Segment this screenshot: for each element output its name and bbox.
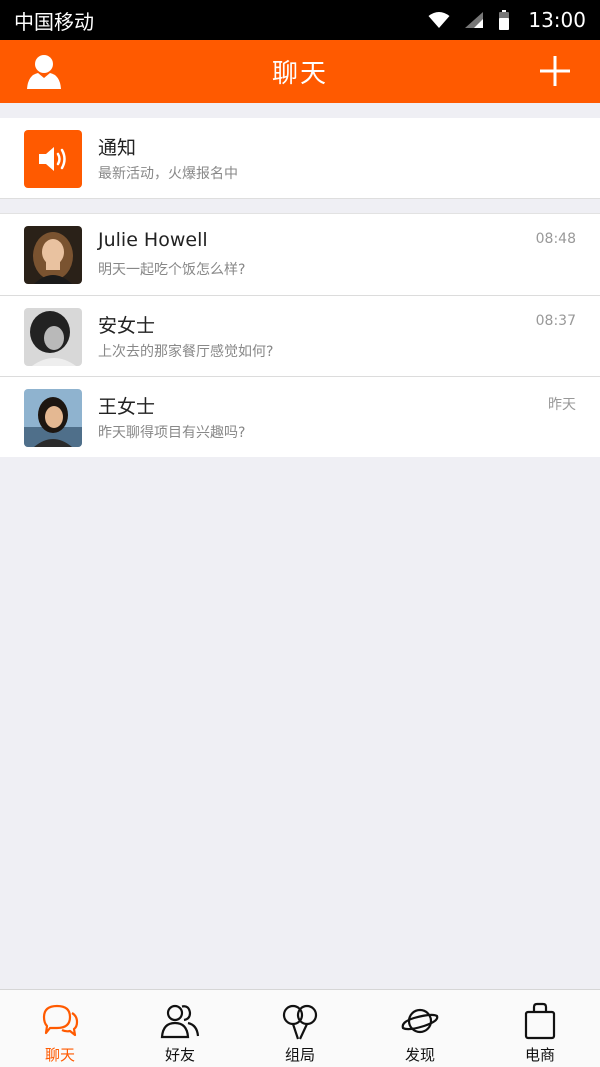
carrier-name: 中国移动 (14, 9, 94, 34)
status-time: 13:00 (528, 8, 586, 32)
bottom-tab-bar: 聊天 好友 组局 发现 电商 (0, 989, 600, 1067)
chat-row-an[interactable]: 安女士 上次去的那家餐厅感觉如何? 08:37 (0, 295, 600, 376)
chat-message: 明天一起吃个饭怎么样? (98, 262, 246, 278)
profile-button[interactable] (24, 51, 64, 91)
balloons-icon (282, 1004, 318, 1040)
chat-list: Julie Howell 明天一起吃个饭怎么样? 08:48 安女士 上次去的那… (0, 213, 600, 457)
planet-icon (401, 1008, 439, 1034)
tab-label: 聊天 (44, 1046, 75, 1064)
plus-icon (540, 56, 570, 86)
chat-name: Julie Howell (98, 229, 208, 251)
chat-time: 昨天 (548, 397, 576, 413)
profile-icon (27, 55, 61, 89)
tab-label: 发现 (404, 1046, 435, 1064)
avatar (24, 389, 82, 447)
tab-label: 好友 (164, 1046, 195, 1064)
friends-icon (160, 1004, 200, 1039)
tab-discover[interactable]: 发现 (360, 990, 480, 1067)
status-icons: 13:00 (428, 8, 586, 32)
notice-row[interactable]: 通知 最新活动，火爆报名中 (0, 118, 600, 199)
status-bar: 中国移动 13:00 (0, 0, 600, 40)
speaker-icon (39, 147, 66, 171)
chat-name: 王女士 (98, 396, 156, 418)
notice-subtitle: 最新活动，火爆报名中 (98, 166, 238, 182)
tab-chat[interactable]: 聊天 (0, 990, 120, 1067)
tab-shop[interactable]: 电商 (480, 990, 600, 1067)
battery-icon (499, 10, 510, 30)
chat-bubbles-icon (42, 1004, 79, 1037)
chat-message: 昨天聊得项目有兴趣吗? (98, 425, 246, 441)
wifi-icon (428, 12, 450, 28)
chat-row-julie-howell[interactable]: Julie Howell 明天一起吃个饭怎么样? 08:48 (0, 214, 600, 295)
notice-section: 通知 最新活动，火爆报名中 (0, 118, 600, 199)
page-title: 聊天 (271, 59, 328, 89)
notice-title: 通知 (98, 137, 137, 159)
chat-name: 安女士 (98, 315, 156, 337)
shopping-bag-icon (524, 1002, 556, 1040)
notice-avatar (24, 130, 82, 188)
tab-groups[interactable]: 组局 (240, 990, 360, 1067)
add-button[interactable] (536, 52, 574, 90)
tab-label: 电商 (524, 1046, 555, 1064)
signal-icon (465, 12, 484, 28)
chat-time: 08:48 (535, 231, 576, 247)
chat-row-wang[interactable]: 王女士 昨天聊得项目有兴趣吗? 昨天 (0, 376, 600, 457)
tab-friends[interactable]: 好友 (120, 990, 240, 1067)
chat-message: 上次去的那家餐厅感觉如何? (98, 344, 274, 360)
app-header: 聊天 (0, 40, 600, 103)
tab-label: 组局 (284, 1046, 315, 1064)
avatar (24, 308, 82, 366)
chat-time: 08:37 (535, 313, 576, 329)
avatar (24, 226, 82, 284)
